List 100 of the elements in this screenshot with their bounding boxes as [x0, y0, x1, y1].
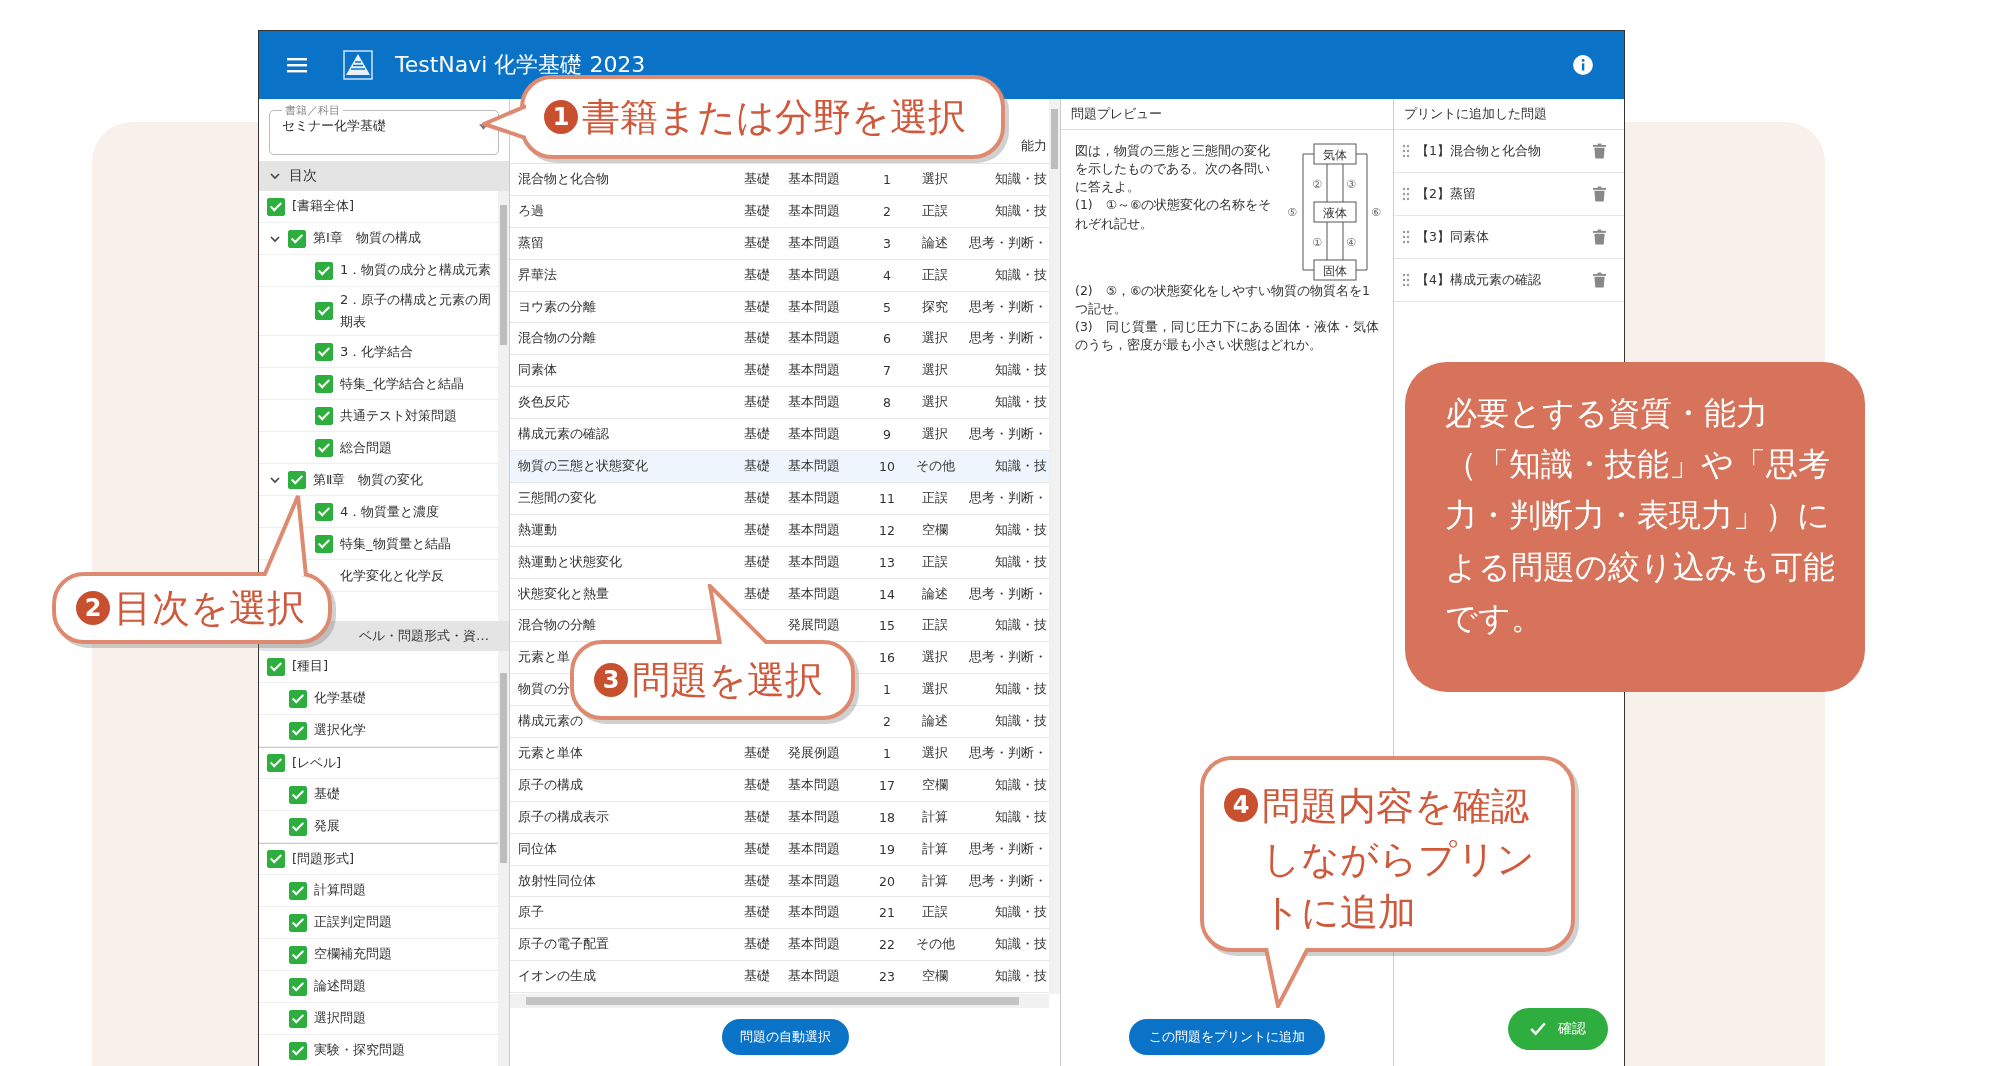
- table-cell: 13: [879, 554, 895, 570]
- table-cell: 同位体: [518, 840, 557, 856]
- table-cell: 基本問題: [788, 457, 840, 473]
- panel-title: 問題プレビュー: [1061, 99, 1393, 130]
- table-cell: 基礎: [744, 170, 770, 186]
- question-text: (2) ⑤，⑥の状態変化をしやすい物質の物質名を1つ記せ。: [1075, 282, 1372, 319]
- table-cell: 選択: [922, 426, 948, 442]
- table-cell: 8: [883, 395, 891, 411]
- table-cell: 発展例題: [788, 744, 840, 760]
- table-cell: 知識・技: [995, 394, 1047, 410]
- table-cell: 9: [883, 427, 891, 443]
- table-cell: 思考・判断・: [969, 744, 1047, 760]
- table-cell: 基礎: [744, 744, 770, 760]
- table-cell: 11: [879, 490, 895, 506]
- table-cell: 計算: [922, 808, 948, 824]
- table-cell: 正誤: [922, 553, 948, 569]
- question-text: (3) 同じ質量，同じ圧力下にある固体・液体・気体のうち，密度が最も小さい状態はどれか。: [1075, 318, 1380, 355]
- table-cell: 基本問題: [788, 170, 840, 186]
- table-cell: 知識・技: [995, 681, 1047, 697]
- table-cell: 6: [883, 331, 891, 347]
- table-cell: 1: [883, 745, 891, 761]
- table-cell: 23: [879, 969, 895, 985]
- table-cell: 熱運動: [518, 521, 557, 537]
- table-cell: 知識・技: [995, 713, 1047, 729]
- table-cell: 知識・技: [995, 457, 1047, 473]
- table-cell: 基本問題: [788, 968, 840, 984]
- table-cell: 基本問題: [788, 521, 840, 537]
- table-cell: 状態変化と熱量: [518, 585, 609, 601]
- table-cell: 7: [883, 363, 891, 379]
- number-badge: 1: [544, 100, 578, 134]
- table-cell: 選択: [922, 330, 948, 346]
- table-cell: 基礎: [744, 457, 770, 473]
- table-cell: 2: [883, 714, 891, 730]
- table-cell: 選択: [922, 744, 948, 760]
- table-cell: 基本問題: [788, 840, 840, 856]
- column-header: 能力: [1021, 138, 1047, 155]
- number-badge: 4: [1224, 788, 1258, 822]
- table-cell: 選択: [922, 649, 948, 665]
- number-badge: 2: [76, 591, 110, 625]
- table-cell: 基本問題: [788, 553, 840, 569]
- table-cell: 5: [883, 299, 891, 315]
- table-cell: 12: [879, 522, 895, 538]
- table-cell: 選択: [922, 170, 948, 186]
- table-cell: 思考・判断・: [969, 489, 1047, 505]
- table-cell: 探究: [922, 298, 948, 314]
- table-cell: 21: [879, 905, 895, 921]
- table-cell: 基礎: [744, 298, 770, 314]
- table-cell: 選択: [922, 681, 948, 697]
- table-cell: 熱運動と状態変化: [518, 553, 622, 569]
- table-cell: 基礎: [744, 553, 770, 569]
- table-cell: 基礎: [744, 202, 770, 218]
- table-cell: 基本問題: [788, 936, 840, 952]
- table-cell: その他: [915, 457, 955, 473]
- table-cell: 基本問題: [788, 266, 840, 282]
- table-cell: イオンの生成: [518, 968, 596, 984]
- table-cell: 3: [883, 235, 891, 251]
- table-cell: 15: [879, 618, 895, 634]
- table-cell: 基本問題: [788, 234, 840, 250]
- table-cell: 思考・判断・: [969, 840, 1047, 856]
- note-text: 必要とする資質・能力（「知識・技能」や「思考力・判断力・表現力」）による問題の絞り込みも可能です。: [1445, 394, 1835, 637]
- table-cell: 基本問題: [788, 362, 840, 378]
- table-cell: 思考・判断・: [969, 234, 1047, 250]
- table-cell: 基本問題: [788, 872, 840, 888]
- table-cell: 正誤: [922, 266, 948, 282]
- table-cell: 思考・判断・: [969, 649, 1047, 665]
- table-cell: 基本問題: [788, 489, 840, 505]
- table-cell: 知識・技: [995, 170, 1047, 186]
- table-cell: 知識・技: [995, 362, 1047, 378]
- table-cell: 基礎: [744, 234, 770, 250]
- table-cell: 1: [883, 682, 891, 698]
- phase-diagram-drawing: 気体 液体 固体 ② ③ ① ④ ⑤ ⑥: [1287, 142, 1383, 282]
- table-cell: 基礎: [744, 426, 770, 442]
- table-cell: 1: [883, 171, 891, 187]
- table-cell: ヨウ素の分離: [518, 298, 596, 314]
- table-cell: 正誤: [922, 904, 948, 920]
- table-cell: 元素と単体: [518, 744, 583, 760]
- table-cell: 空欄: [922, 776, 948, 792]
- table-cell: 正誤: [922, 617, 948, 633]
- table-cell: 原子の構成表示: [518, 808, 609, 824]
- table-cell: 基本問題: [788, 298, 840, 314]
- table-cell: 知識・技: [995, 553, 1047, 569]
- table-cell: 基本問題: [788, 426, 840, 442]
- window-title: TestNavi 化学基礎 2023: [395, 51, 646, 79]
- table-cell: 16: [879, 650, 895, 666]
- table-cell: 思考・判断・: [969, 426, 1047, 442]
- table-cell: 構成元素の: [518, 713, 583, 729]
- table-cell: 知識・技: [995, 808, 1047, 824]
- table-cell: 計算: [922, 840, 948, 856]
- table-cell: 基本問題: [788, 808, 840, 824]
- table-cell: 昇華法: [518, 266, 557, 282]
- table-cell: その他: [915, 936, 955, 952]
- table-cell: 思考・判断・: [969, 585, 1047, 601]
- table-cell: 基本問題: [788, 394, 840, 410]
- table-cell: 知識・技: [995, 266, 1047, 282]
- table-cell: 思考・判断・: [969, 330, 1047, 346]
- table-cell: 基礎: [744, 266, 770, 282]
- table-cell: 基礎: [744, 840, 770, 856]
- table-cell: 発展問題: [788, 617, 840, 633]
- table-cell: 基礎: [744, 968, 770, 984]
- table-cell: 論述: [922, 713, 948, 729]
